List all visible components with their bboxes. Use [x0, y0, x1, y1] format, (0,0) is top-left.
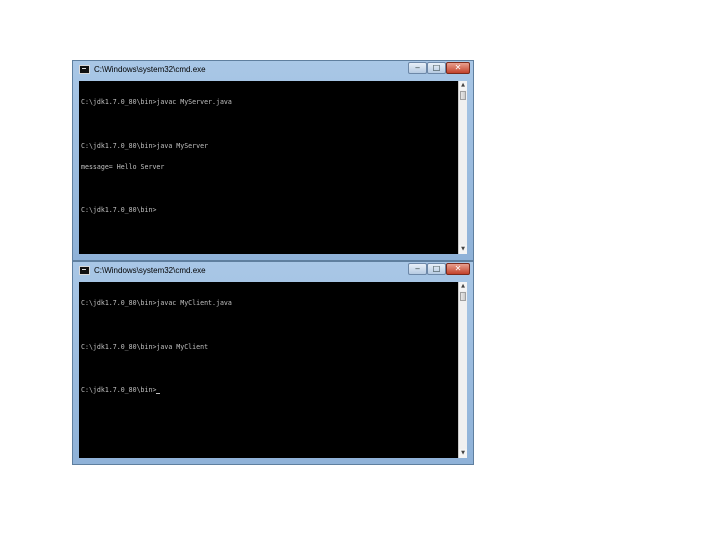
console-line: C:\jdk1.7.0_80\bin>java MyServer: [81, 141, 209, 150]
scroll-thumb[interactable]: [460, 91, 466, 100]
client-cmd-window[interactable]: C:\Windows\system32\cmd.exe ‒ □ ✕ C:\jdk…: [72, 261, 474, 465]
console-output[interactable]: C:\jdk1.7.0_80\bin>javac MyClient.java C…: [79, 282, 458, 458]
prompt-text: C:\jdk1.7.0_80\bin>: [81, 385, 157, 394]
vertical-scrollbar[interactable]: ▲ ▼: [458, 282, 467, 458]
window-title: C:\Windows\system32\cmd.exe: [94, 266, 206, 275]
maximize-button[interactable]: □: [427, 62, 446, 74]
close-button[interactable]: ✕: [446, 62, 470, 74]
console-line: C:\jdk1.7.0_80\bin>java MyClient: [81, 342, 209, 351]
close-button[interactable]: ✕: [446, 263, 470, 275]
scroll-up-arrow-icon[interactable]: ▲: [459, 81, 467, 90]
console-prompt-line: C:\jdk1.7.0_80\bin>: [81, 385, 456, 394]
cmd-icon: [79, 65, 90, 74]
vertical-scrollbar[interactable]: ▲ ▼: [458, 81, 467, 254]
title-bar[interactable]: C:\Windows\system32\cmd.exe ‒ □ ✕: [73, 61, 473, 79]
scroll-thumb[interactable]: [460, 292, 466, 301]
console-line: message= Hello Server: [81, 163, 165, 172]
console-line: C:\jdk1.7.0_80\bin>: [81, 206, 157, 215]
minimize-button[interactable]: ‒: [408, 62, 427, 74]
scroll-up-arrow-icon[interactable]: ▲: [459, 282, 467, 291]
cmd-icon: [79, 266, 90, 275]
maximize-button[interactable]: □: [427, 263, 446, 275]
minimize-button[interactable]: ‒: [408, 263, 427, 275]
title-bar[interactable]: C:\Windows\system32\cmd.exe ‒ □ ✕: [73, 262, 473, 280]
text-cursor: [156, 392, 161, 394]
console-line: C:\jdk1.7.0_80\bin>javac MyServer.java: [81, 98, 232, 107]
console-line: C:\jdk1.7.0_80\bin>javac MyClient.java: [81, 299, 232, 308]
console-output[interactable]: C:\jdk1.7.0_80\bin>javac MyServer.java C…: [79, 81, 458, 254]
scroll-down-arrow-icon[interactable]: ▼: [459, 449, 467, 458]
scroll-down-arrow-icon[interactable]: ▼: [459, 245, 467, 254]
server-cmd-window[interactable]: C:\Windows\system32\cmd.exe ‒ □ ✕ C:\jdk…: [72, 60, 474, 261]
window-title: C:\Windows\system32\cmd.exe: [94, 65, 206, 74]
